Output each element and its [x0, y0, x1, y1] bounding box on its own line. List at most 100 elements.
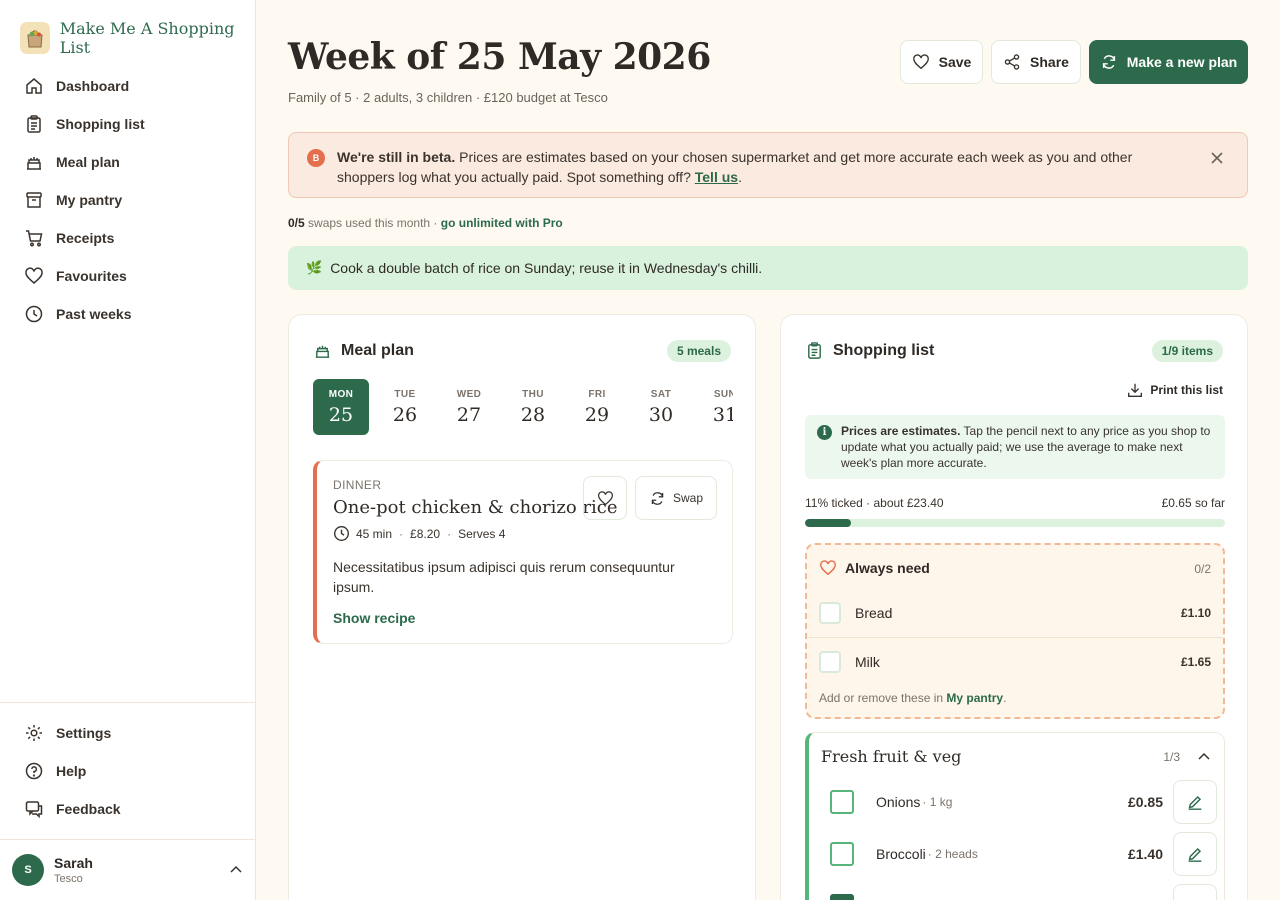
list-item	[809, 884, 1223, 900]
clipboard-icon	[27, 115, 41, 133]
page-title: Week of 25 May 2026	[288, 36, 711, 78]
sidebar-item-past-weeks[interactable]: Past weeks	[12, 295, 242, 333]
swap-button[interactable]: Swap	[635, 476, 717, 520]
item-name: Onions	[876, 794, 921, 810]
show-recipe-link[interactable]: Show recipe	[333, 610, 415, 626]
sidebar-bottom-nav: Settings Help Feedback	[12, 714, 242, 828]
save-button[interactable]: Save	[900, 40, 983, 84]
day-tab-tue[interactable]: TUE 26	[377, 379, 433, 435]
sidebar-item-favourites[interactable]: Favourites	[12, 257, 242, 295]
item-checkbox[interactable]	[830, 894, 854, 900]
item-checkbox[interactable]	[819, 650, 841, 673]
item-price: £1.10	[1180, 606, 1211, 620]
favourite-button[interactable]	[583, 476, 627, 520]
always-need-heading: Always need	[819, 559, 930, 577]
day-tab-thu[interactable]: THU 28	[505, 379, 561, 435]
swaps-counter: 0/5 swaps used this month · go unlimited…	[288, 216, 563, 230]
cart-icon	[26, 230, 43, 247]
day-tab-fri[interactable]: FRI 29	[569, 379, 625, 435]
go-pro-link[interactable]: go unlimited with Pro	[441, 216, 563, 230]
meal-time: 45 min	[356, 526, 393, 541]
items-count-badge: 1/9 items	[1151, 340, 1223, 362]
save-label: Save	[938, 54, 972, 70]
item-name: Bread	[855, 605, 893, 621]
meal-name: One-pot chicken & chorizo rice	[333, 497, 618, 518]
heart-icon	[25, 267, 43, 284]
meal-cost: £8.20	[410, 526, 441, 541]
edit-price-button[interactable]	[1173, 884, 1217, 900]
list-item: Onions · 1 kg £0.85	[809, 780, 1223, 824]
day-name: FRI	[588, 388, 606, 400]
swap-label: Swap	[672, 491, 704, 505]
day-tab-mon[interactable]: MON 25	[313, 379, 369, 435]
heart-icon	[820, 560, 836, 576]
swaps-text: swaps used this month ·	[304, 216, 441, 230]
meta-separator: ·	[399, 526, 404, 541]
day-number: 26	[392, 403, 418, 426]
clock-icon	[334, 526, 349, 541]
day-tab-sat[interactable]: SAT 30	[633, 379, 689, 435]
make-new-plan-button[interactable]: Make a new plan	[1089, 40, 1248, 84]
info-icon: i	[817, 425, 832, 440]
tell-us-link[interactable]: Tell us	[695, 169, 738, 185]
home-icon	[26, 78, 42, 94]
always-need-title: Always need	[845, 560, 930, 576]
sidebar-item-meal-plan[interactable]: Meal plan	[12, 143, 242, 181]
sidebar-item-dashboard[interactable]: Dashboard	[12, 67, 242, 105]
tip-banner: 🌿 Cook a double batch of rice on Sunday;…	[288, 246, 1248, 290]
brand[interactable]: Make Me A Shopping List	[20, 19, 255, 57]
sidebar-divider	[0, 702, 256, 703]
beta-end: .	[738, 169, 742, 185]
beta-text: We're still in beta. Prices are estimate…	[337, 147, 1187, 187]
sidebar-item-shopping-list[interactable]: Shopping list	[12, 105, 242, 143]
day-number: 28	[520, 403, 546, 426]
meals-count-badge: 5 meals	[666, 340, 731, 362]
user-menu[interactable]: S Sarah Tesco	[12, 852, 244, 888]
sidebar-item-feedback[interactable]: Feedback	[12, 790, 242, 828]
edit-price-button[interactable]	[1173, 832, 1217, 876]
close-icon[interactable]	[1209, 150, 1225, 166]
chevron-up-icon[interactable]	[1196, 749, 1212, 765]
list-item: Milk £1.65	[807, 637, 1223, 685]
cake-icon	[27, 157, 41, 170]
refresh-icon	[1102, 55, 1115, 69]
day-tab-sun[interactable]: SUN 31	[697, 379, 733, 435]
price-info-box: i Prices are estimates. Tap the pencil n…	[805, 415, 1225, 479]
sidebar-item-help[interactable]: Help	[12, 752, 242, 790]
day-selector: MON 25 TUE 26 WED 27 THU 28 FRI 29 SAT 30 SUN 3…	[313, 379, 733, 435]
sidebar-item-receipts[interactable]: Receipts	[12, 219, 242, 257]
sidebar-item-label: Feedback	[56, 801, 121, 817]
spent-so-far: £0.65 so far	[1161, 496, 1225, 510]
sidebar-item-label: Help	[56, 763, 87, 779]
edit-price-button[interactable]	[1173, 780, 1217, 824]
day-name: TUE	[394, 388, 416, 400]
meal-description: Necessitatibus ipsum adipisci quis rerum…	[333, 559, 675, 595]
sidebar-item-settings[interactable]: Settings	[12, 714, 242, 752]
section-count: 1/3	[1163, 750, 1180, 764]
gear-icon	[26, 725, 42, 741]
info-bold: Prices are estimates.	[841, 424, 961, 438]
day-name: SUN	[713, 388, 733, 400]
day-tab-wed[interactable]: WED 27	[441, 379, 497, 435]
meal-plan-heading: Meal plan	[313, 341, 414, 360]
meal-plan-card: Meal plan 5 meals MON 25 TUE 26 WED 27 THU 2…	[288, 314, 756, 900]
print-label: Print this list	[1150, 383, 1223, 397]
item-checkbox[interactable]	[830, 790, 854, 814]
sidebar-item-label: Favourites	[56, 268, 127, 284]
progress-fill	[805, 519, 852, 527]
brand-name: Make Me A Shopping List	[59, 19, 235, 57]
sidebar-item-my-pantry[interactable]: My pantry	[12, 181, 242, 219]
item-checkbox[interactable]	[830, 842, 854, 866]
chevron-up-icon[interactable]	[228, 862, 244, 878]
sidebar-item-label: Receipts	[56, 230, 115, 246]
my-pantry-link[interactable]: My pantry	[946, 691, 1003, 705]
print-list-button[interactable]: Print this list	[1126, 381, 1223, 399]
day-name: MON	[328, 388, 354, 400]
item-price: £0.85	[1127, 794, 1163, 810]
page-subtitle: Family of 5 · 2 adults, 3 children · £12…	[288, 90, 608, 105]
meal-card: DINNER One-pot chicken & chorizo rice 45…	[313, 460, 733, 644]
shopping-list-title: Shopping list	[833, 341, 935, 359]
shopping-list-heading: Shopping list	[805, 341, 934, 360]
share-button[interactable]: Share	[991, 40, 1081, 84]
item-checkbox[interactable]	[819, 602, 841, 624]
